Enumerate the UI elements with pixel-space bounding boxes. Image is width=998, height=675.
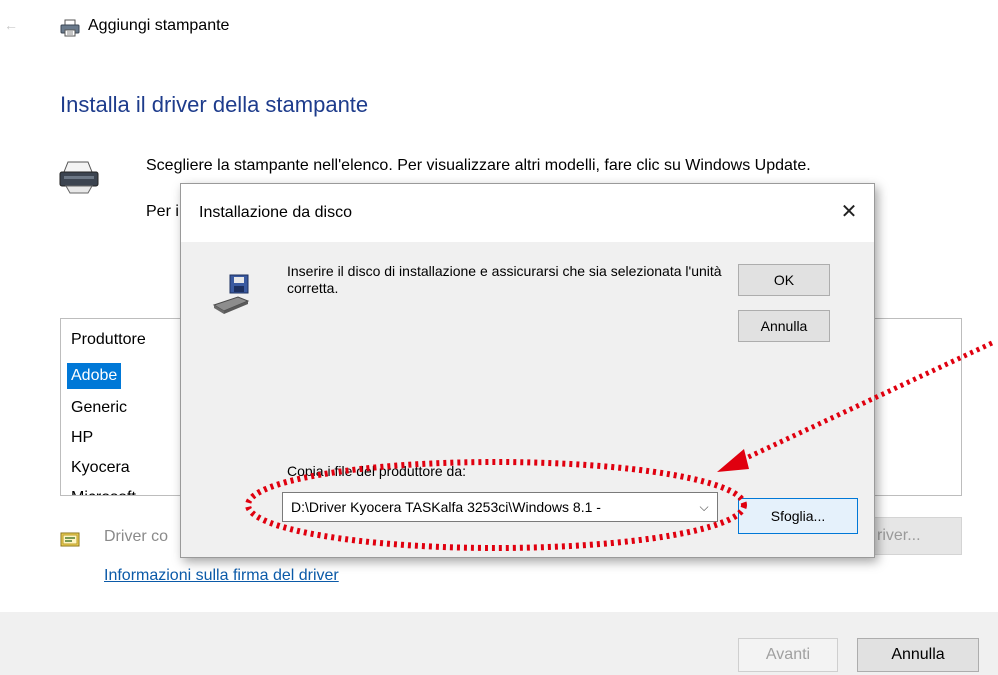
title-bar: ← Aggiungi stampante	[0, 0, 998, 48]
driver-signature-status: Driver co	[104, 528, 169, 545]
cancel-button[interactable]: Annulla	[857, 638, 979, 672]
list-item[interactable]: Microsoft	[67, 483, 136, 495]
dialog-title-bar: Installazione da disco ✕	[181, 184, 874, 242]
list-item[interactable]: Adobe	[67, 363, 122, 389]
path-combobox[interactable]: D:\Driver Kyocera TASKalfa 3253ci\Window…	[282, 492, 718, 522]
browse-button[interactable]: Sfoglia...	[738, 498, 858, 534]
arrow-left-icon[interactable]: ←	[4, 18, 18, 32]
path-input[interactable]: D:\Driver Kyocera TASKalfa 3253ci\Window…	[291, 499, 695, 515]
list-item[interactable]: Kyocera	[67, 453, 136, 483]
dialog-cancel-button[interactable]: Annulla	[738, 310, 830, 342]
printer-icon	[59, 161, 99, 194]
install-from-disk-dialog: Installazione da disco ✕ Inserire il dis…	[180, 183, 875, 558]
close-icon[interactable]: ✕	[833, 196, 865, 228]
printer-icon	[60, 19, 80, 37]
page-heading: Installa il driver della stampante	[60, 92, 369, 117]
dialog-message: Inserire il disco di installazione e ass…	[287, 263, 722, 296]
dialog-title: Installazione da disco	[199, 204, 352, 221]
driver-signature-link[interactable]: Informazioni sulla firma del driver	[104, 567, 339, 585]
next-button[interactable]: Avanti	[738, 638, 838, 672]
wizard-footer: Avanti Annulla	[0, 612, 998, 675]
ok-button[interactable]: OK	[738, 264, 830, 296]
manufacturer-column-header: Produttore	[71, 331, 146, 348]
list-item[interactable]: Generic	[67, 393, 136, 423]
window-title: Aggiungi stampante	[88, 17, 230, 34]
copy-files-label: Copia i file del produttore da:	[287, 463, 466, 479]
chevron-down-icon[interactable]: ⌵	[695, 497, 713, 517]
instruction-text: Scegliere la stampante nell'elenco. Per …	[146, 157, 811, 174]
disk-drive-icon	[212, 274, 250, 314]
windows-update-button[interactable]: river...	[866, 517, 962, 555]
certificate-icon	[60, 532, 80, 547]
list-item[interactable]: HP	[67, 423, 136, 453]
